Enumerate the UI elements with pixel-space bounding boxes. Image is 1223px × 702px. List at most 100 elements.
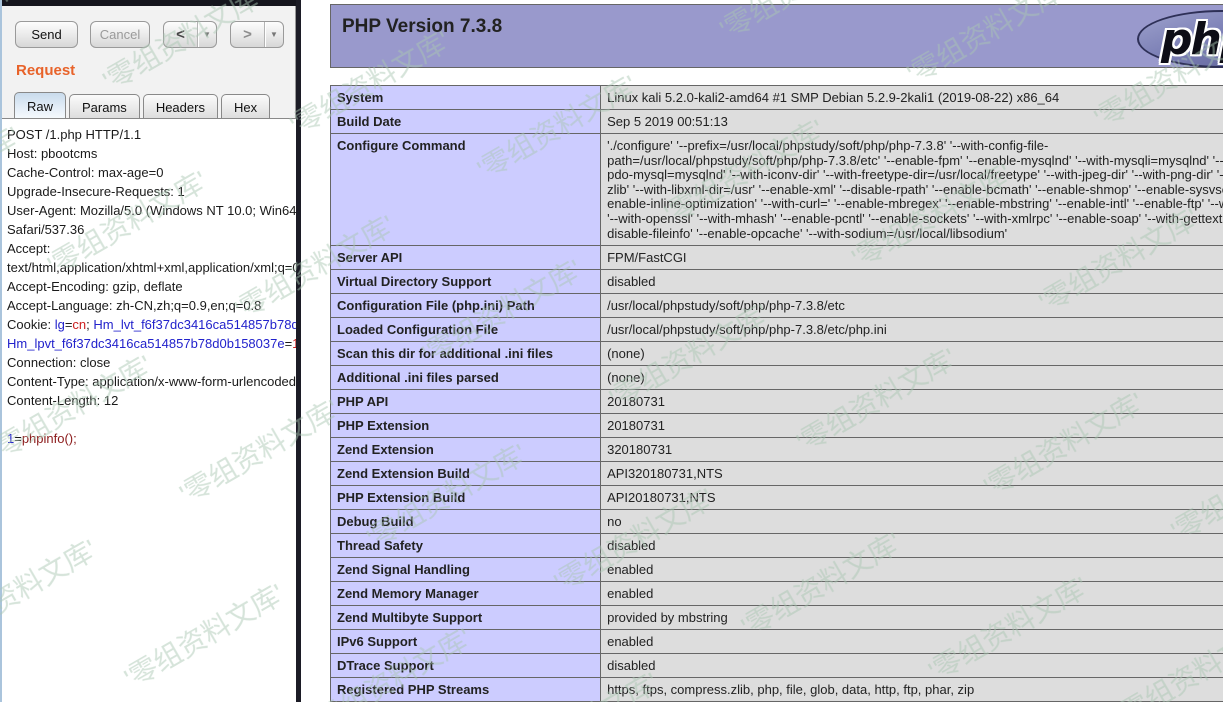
row-label: Zend Extension Build <box>331 462 601 486</box>
phpinfo-header: PHP Version 7.3.8 php <box>330 4 1223 68</box>
row-label: Additional .ini files parsed <box>331 366 601 390</box>
row-value: /usr/local/phpstudy/soft/php/php-7.3.8/e… <box>601 294 1223 318</box>
request-text-segment: phpinfo(); <box>22 431 77 446</box>
row-label: Registered PHP Streams <box>331 678 601 702</box>
request-section-title: Request <box>16 62 75 79</box>
tab-hex[interactable]: Hex <box>221 94 270 119</box>
row-value: 320180731 <box>601 438 1223 462</box>
request-line: Connection: close <box>7 353 296 372</box>
table-row: PHP Extension20180731 <box>331 414 1223 438</box>
previous-arrow-icon: < <box>164 26 197 43</box>
row-label: Thread Safety <box>331 534 601 558</box>
table-row: Loaded Configuration File/usr/local/phps… <box>331 318 1223 342</box>
request-line: Accept: <box>7 239 296 258</box>
row-value: API320180731,NTS <box>601 462 1223 486</box>
tab-raw[interactable]: Raw <box>14 92 66 119</box>
request-text-segment: text/html,application/xhtml+xml,applicat… <box>7 260 296 275</box>
row-value: https, ftps, compress.zlib, php, file, g… <box>601 678 1223 702</box>
table-row: Server APIFPM/FastCGI <box>331 246 1223 270</box>
table-row: PHP API20180731 <box>331 390 1223 414</box>
configure-command-line: './configure' '--prefix=/usr/local/phpst… <box>607 139 1223 154</box>
row-label: PHP API <box>331 390 601 414</box>
request-line: 1=phpinfo(); <box>7 429 296 448</box>
table-row: Zend Extension320180731 <box>331 438 1223 462</box>
row-label: System <box>331 86 601 110</box>
tab-params[interactable]: Params <box>69 94 140 119</box>
phpinfo-page: PHP Version 7.3.8 php SystemLinux kali 5… <box>301 0 1223 702</box>
request-text-segment: Content-Length: 12 <box>7 393 118 408</box>
next-request-button[interactable]: > ▼ <box>230 21 284 48</box>
next-arrow-icon: > <box>231 26 264 43</box>
row-value: enabled <box>601 630 1223 654</box>
request-text-segment: lg <box>55 317 65 332</box>
request-line: Content-Length: 12 <box>7 391 296 410</box>
table-row: Configuration File (php.ini) Path/usr/lo… <box>331 294 1223 318</box>
row-label: Configuration File (php.ini) Path <box>331 294 601 318</box>
repeater-panel: Send Cancel < ▼ > ▼ Request RawParamsHea… <box>0 0 296 702</box>
row-value: (none) <box>601 342 1223 366</box>
request-line: text/html,application/xhtml+xml,applicat… <box>7 258 296 277</box>
row-value: no <box>601 510 1223 534</box>
php-logo-text: php <box>1161 14 1223 65</box>
request-text-segment: Accept: <box>7 241 50 256</box>
window-top-bar <box>2 0 298 6</box>
previous-request-button[interactable]: < ▼ <box>163 21 217 48</box>
table-row: Virtual Directory Supportdisabled <box>331 270 1223 294</box>
row-label: Zend Signal Handling <box>331 558 601 582</box>
row-label: Debug Build <box>331 510 601 534</box>
row-label: Build Date <box>331 110 601 134</box>
table-row: Thread Safetydisabled <box>331 534 1223 558</box>
request-editor[interactable]: POST /1.php HTTP/1.1Host: pbootcmsCache-… <box>2 118 296 702</box>
request-line: Accept-Language: zh-CN,zh;q=0.9,en;q=0.8 <box>7 296 296 315</box>
table-row: Build DateSep 5 2019 00:51:13 <box>331 110 1223 134</box>
request-line: Content-Type: application/x-www-form-url… <box>7 372 296 391</box>
row-value: enabled <box>601 558 1223 582</box>
request-text-segment: Hm_lvt_f6f37dc3416ca514857b78d0 <box>93 317 296 332</box>
cancel-button[interactable]: Cancel <box>90 21 150 48</box>
row-value: (none) <box>601 366 1223 390</box>
request-text-segment: Hm_lpvt_f6f37dc3416ca514857b78d0b158037e <box>7 336 285 351</box>
row-value: disabled <box>601 654 1223 678</box>
row-value: './configure' '--prefix=/usr/local/phpst… <box>601 134 1223 246</box>
page-title: PHP Version 7.3.8 <box>342 16 502 38</box>
request-text-segment: POST /1.php HTTP/1.1 <box>7 127 141 142</box>
configure-command-line: zlib' '--with-libxml-dir=/usr' '--enable… <box>607 183 1223 198</box>
row-label: PHP Extension Build <box>331 486 601 510</box>
row-label: Zend Multibyte Support <box>331 606 601 630</box>
request-line: Upgrade-Insecure-Requests: 1 <box>7 182 296 201</box>
row-label: Scan this dir for additional .ini files <box>331 342 601 366</box>
table-row: Registered PHP Streamshttps, ftps, compr… <box>331 678 1223 702</box>
table-row: Configure Command './configure' '--prefix… <box>331 134 1223 246</box>
request-line: POST /1.php HTTP/1.1 <box>7 125 296 144</box>
row-value: provided by mbstring <box>601 606 1223 630</box>
row-value: Linux kali 5.2.0-kali2-amd64 #1 SMP Debi… <box>601 86 1223 110</box>
row-label: Configure Command <box>331 134 601 246</box>
request-text-segment: Accept-Encoding: gzip, deflate <box>7 279 183 294</box>
request-text-segment: Accept-Language: zh-CN,zh;q=0.9,en;q=0.8 <box>7 298 261 313</box>
configure-command-line: disable-fileinfo' '--enable-opcache' '--… <box>607 227 1223 242</box>
configure-command-line: pdo-mysql=mysqlnd' '--with-iconv-dir' '-… <box>607 168 1223 183</box>
table-row: Debug Buildno <box>331 510 1223 534</box>
configure-command-line: enable-inline-optimization' '--with-curl… <box>607 197 1223 212</box>
request-text-segment: cn <box>72 317 86 332</box>
row-label: Zend Extension <box>331 438 601 462</box>
row-value: disabled <box>601 270 1223 294</box>
row-label: Loaded Configuration File <box>331 318 601 342</box>
tab-headers[interactable]: Headers <box>143 94 218 119</box>
row-value: FPM/FastCGI <box>601 246 1223 270</box>
chevron-down-icon[interactable]: ▼ <box>198 30 216 39</box>
request-line: User-Agent: Mozilla/5.0 (Windows NT 10.0… <box>7 201 296 220</box>
table-row: SystemLinux kali 5.2.0-kali2-amd64 #1 SM… <box>331 86 1223 110</box>
table-row: DTrace Supportdisabled <box>331 654 1223 678</box>
row-label: IPv6 Support <box>331 630 601 654</box>
send-button[interactable]: Send <box>15 21 78 48</box>
request-line: Hm_lpvt_f6f37dc3416ca514857b78d0b158037e… <box>7 334 296 353</box>
row-value: 20180731 <box>601 414 1223 438</box>
request-line <box>7 410 296 429</box>
table-row: Zend Extension BuildAPI320180731,NTS <box>331 462 1223 486</box>
request-line: Cookie: lg=cn; Hm_lvt_f6f37dc3416ca51485… <box>7 315 296 334</box>
request-line: Host: pbootcms <box>7 144 296 163</box>
chevron-down-icon[interactable]: ▼ <box>265 30 283 39</box>
configure-command-line: '--with-openssl' '--with-mhash' '--enabl… <box>607 212 1223 227</box>
table-row: IPv6 Supportenabled <box>331 630 1223 654</box>
